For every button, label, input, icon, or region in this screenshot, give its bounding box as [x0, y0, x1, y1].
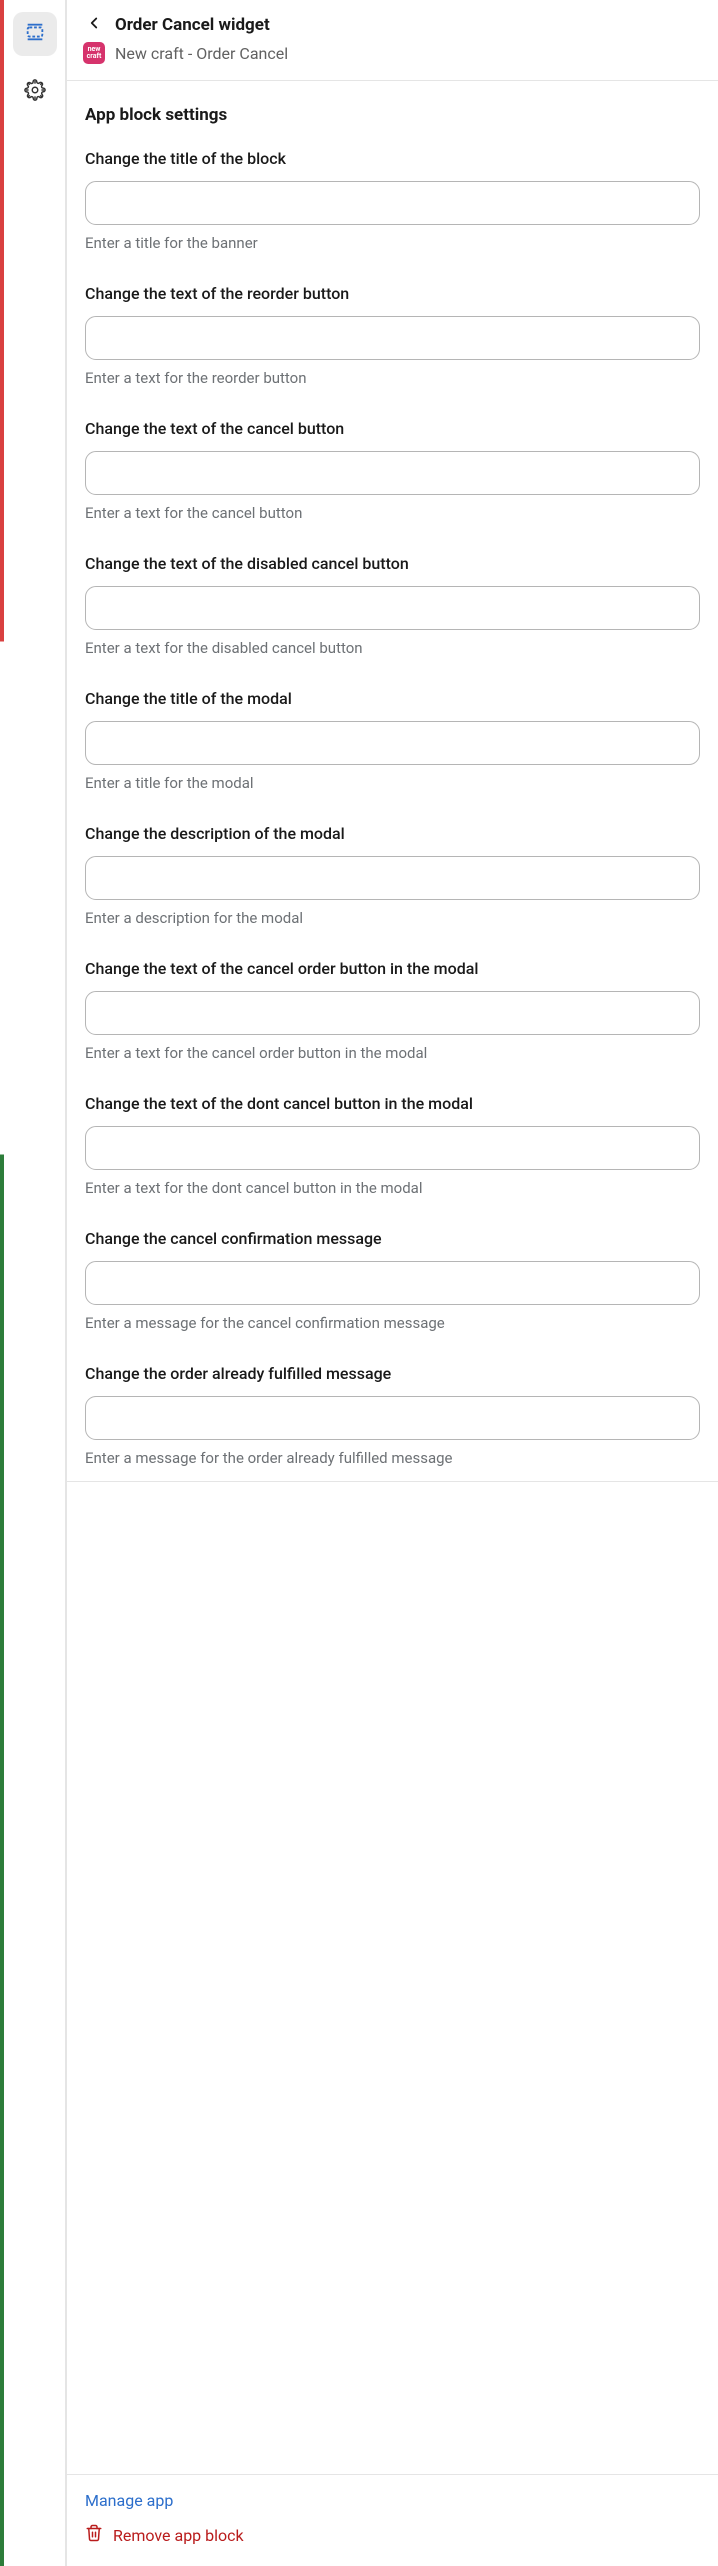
field-help: Enter a text for the reorder button	[85, 368, 700, 389]
gear-icon	[24, 79, 46, 105]
cancel-confirmation-message-input[interactable]	[85, 1261, 700, 1305]
field-label: Change the cancel confirmation message	[85, 1227, 700, 1251]
cancel-button-text-input[interactable]	[85, 451, 700, 495]
divider	[67, 1481, 718, 1482]
field-label: Change the title of the block	[85, 147, 700, 171]
field-label: Change the title of the modal	[85, 687, 700, 711]
manage-app-link[interactable]: Manage app	[85, 2491, 700, 2510]
remove-app-block-label: Remove app block	[113, 2526, 244, 2545]
app-name: New craft - Order Cancel	[115, 44, 288, 63]
field-modal-title: Change the title of the modal Enter a ti…	[85, 687, 700, 794]
section-icon	[24, 21, 46, 47]
field-help: Enter a description for the modal	[85, 908, 700, 929]
field-help: Enter a message for the cancel confirmat…	[85, 1313, 700, 1334]
already-fulfilled-message-input[interactable]	[85, 1396, 700, 1440]
field-cancel-button-text: Change the text of the cancel button Ent…	[85, 417, 700, 524]
field-help: Enter a text for the dont cancel button …	[85, 1178, 700, 1199]
field-modal-description: Change the description of the modal Ente…	[85, 822, 700, 929]
field-label: Change the text of the reorder button	[85, 282, 700, 306]
modal-description-input[interactable]	[85, 856, 700, 900]
field-label: Change the order already fulfilled messa…	[85, 1362, 700, 1386]
field-label: Change the text of the cancel order butt…	[85, 957, 700, 981]
field-reorder-button-text: Change the text of the reorder button En…	[85, 282, 700, 389]
app-logo-icon: new craft	[83, 42, 105, 64]
block-title-input[interactable]	[85, 181, 700, 225]
disabled-cancel-button-text-input[interactable]	[85, 586, 700, 630]
field-cancel-confirmation-message: Change the cancel confirmation message E…	[85, 1227, 700, 1334]
main-panel: Order Cancel widget new craft New craft …	[66, 0, 718, 2566]
settings-content: App block settings Change the title of t…	[67, 81, 718, 2474]
field-disabled-cancel-button-text: Change the text of the disabled cancel b…	[85, 552, 700, 659]
field-block-title: Change the title of the block Enter a ti…	[85, 147, 700, 254]
panel-footer: Manage app Remove app block	[67, 2474, 718, 2566]
section-title: App block settings	[85, 105, 700, 125]
field-help: Enter a text for the cancel button	[85, 503, 700, 524]
field-already-fulfilled-message: Change the order already fulfilled messa…	[85, 1362, 700, 1469]
chevron-left-icon	[85, 14, 103, 36]
modal-title-input[interactable]	[85, 721, 700, 765]
trash-icon	[85, 2524, 103, 2546]
field-label: Change the text of the disabled cancel b…	[85, 552, 700, 576]
field-modal-cancel-order-text: Change the text of the cancel order butt…	[85, 957, 700, 1064]
remove-app-block-button[interactable]: Remove app block	[85, 2524, 700, 2546]
field-help: Enter a text for the cancel order button…	[85, 1043, 700, 1064]
field-help: Enter a title for the banner	[85, 233, 700, 254]
field-help: Enter a title for the modal	[85, 773, 700, 794]
field-help: Enter a message for the order already fu…	[85, 1448, 700, 1469]
panel-header: Order Cancel widget new craft New craft …	[67, 0, 718, 81]
reorder-button-text-input[interactable]	[85, 316, 700, 360]
left-sidebar	[4, 0, 66, 2566]
field-label: Change the text of the dont cancel butto…	[85, 1092, 700, 1116]
modal-cancel-order-text-input[interactable]	[85, 991, 700, 1035]
back-button[interactable]	[83, 14, 105, 36]
sidebar-item-sections[interactable]	[13, 12, 57, 56]
field-help: Enter a text for the disabled cancel but…	[85, 638, 700, 659]
modal-dont-cancel-text-input[interactable]	[85, 1126, 700, 1170]
field-label: Change the description of the modal	[85, 822, 700, 846]
page-title: Order Cancel widget	[115, 15, 270, 35]
field-modal-dont-cancel-text: Change the text of the dont cancel butto…	[85, 1092, 700, 1199]
field-label: Change the text of the cancel button	[85, 417, 700, 441]
sidebar-item-settings[interactable]	[13, 70, 57, 114]
